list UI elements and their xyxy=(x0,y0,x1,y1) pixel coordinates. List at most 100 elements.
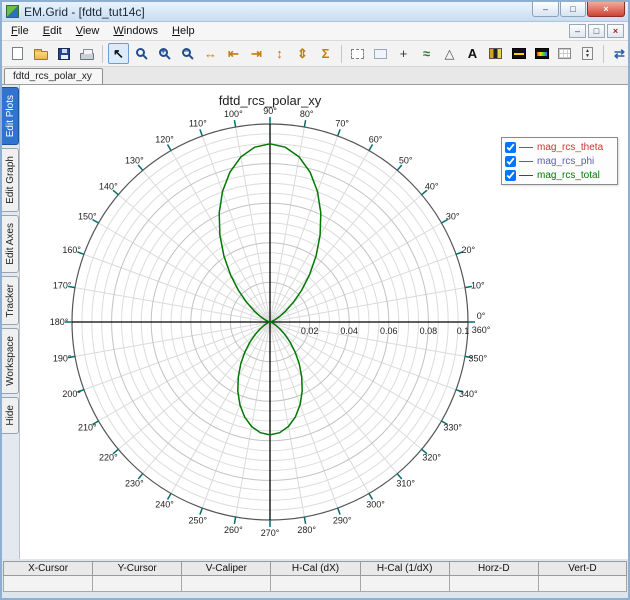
radial-tick-label: 0.06 xyxy=(380,326,398,336)
select-region-icon-shape xyxy=(351,48,364,59)
angle-tick-label: 100° xyxy=(224,109,243,119)
mdi-minimize-button[interactable]: – xyxy=(569,24,586,38)
zoom-window-icon-shape xyxy=(135,47,145,57)
zoom-out-icon[interactable] xyxy=(177,43,198,64)
shift-right-icon[interactable]: ⇥ xyxy=(246,43,267,64)
app-icon xyxy=(6,5,19,18)
toolbar: ↖↔⇤⇥↕⇕Σ+≈△A⇄≡ ≡ Layout xyxy=(2,41,628,67)
zoom-region-icon-shape xyxy=(374,48,387,59)
colormap-icon[interactable] xyxy=(485,43,506,64)
menu-view[interactable]: View xyxy=(69,23,107,39)
marker-icon[interactable]: △ xyxy=(439,43,460,64)
spectrum-icon-shape xyxy=(534,48,549,59)
legend-line-sample xyxy=(519,160,533,162)
angle-tick-label: 0° xyxy=(477,311,486,321)
legend-checkbox-mag_rcs_phi[interactable] xyxy=(505,155,516,167)
angle-tick-label: 130° xyxy=(125,155,144,165)
angle-tick-label: 90° xyxy=(263,106,277,116)
angle-tick-label: 180° xyxy=(50,317,69,327)
main-area: Edit Plots Edit Graph Edit Axes Tracker Work… xyxy=(2,85,628,559)
menu-file[interactable]: File xyxy=(4,23,36,39)
zoom-in-icon[interactable] xyxy=(154,43,175,64)
angle-tick-label: 330° xyxy=(443,423,462,433)
sidebar-tab-label: Edit Axes xyxy=(4,223,16,265)
expand-horizontal-icon[interactable]: ↔ xyxy=(200,43,221,64)
close-button[interactable]: × xyxy=(587,2,625,17)
spectrum-icon[interactable] xyxy=(531,43,552,64)
new-document-icon[interactable] xyxy=(7,43,28,64)
sidebar-tab-label: Edit Plots xyxy=(4,95,16,138)
grid-settings-icon-shape xyxy=(558,48,571,59)
waveform-icon-shape xyxy=(511,48,526,59)
status-value-Horz-D xyxy=(448,576,538,592)
zoom-region-icon[interactable] xyxy=(370,43,391,64)
sidebar-tab-edit-axes[interactable]: Edit Axes xyxy=(2,215,19,273)
sidebar-tab-workspace[interactable]: Workspace xyxy=(2,328,19,395)
sidebar-tab-tracker[interactable]: Tracker xyxy=(2,275,19,326)
menu-help[interactable]: Help xyxy=(165,23,202,39)
angle-tick-label: 170° xyxy=(53,280,72,290)
legend-checkbox-mag_rcs_total[interactable] xyxy=(505,169,516,181)
mdi-close-button[interactable]: × xyxy=(607,24,624,38)
zoom-in-icon-shape xyxy=(158,47,168,57)
status-bar: X-Cursor Y-Cursor V-Caliper H-Cal (dX) H-Cal… xyxy=(2,559,628,598)
toolbar-separator xyxy=(102,44,103,63)
legend-row-mag_rcs_total: mag_rcs_total xyxy=(505,168,614,182)
open-folder-icon[interactable] xyxy=(30,43,51,64)
waveform-icon[interactable] xyxy=(508,43,529,64)
window-buttons: – □ × xyxy=(531,2,625,17)
sidebar-tab-edit-plots[interactable]: Edit Plots xyxy=(2,87,19,146)
status-header-X-Cursor: X-Cursor xyxy=(3,561,93,576)
sidebar-tab-edit-graph[interactable]: Edit Graph xyxy=(2,148,19,213)
fit-vertical-icon[interactable]: ⇕ xyxy=(292,43,313,64)
autoscale-icon[interactable]: Σ xyxy=(315,43,336,64)
status-value-Vert-D xyxy=(537,576,627,592)
mdi-restore-button[interactable]: □ xyxy=(588,24,605,38)
menu-windows[interactable]: Windows xyxy=(106,23,165,39)
legend-line-sample xyxy=(519,146,533,148)
print-icon[interactable] xyxy=(76,43,97,64)
sidebar-tab-label: Tracker xyxy=(4,283,16,318)
angle-tick-label: 360° xyxy=(472,325,491,335)
grid-settings-icon[interactable] xyxy=(554,43,575,64)
sidebar-tab-hide[interactable]: Hide xyxy=(2,397,19,434)
sync-horizontal-icon[interactable]: ⇄ xyxy=(609,43,630,64)
legend-label: mag_rcs_theta xyxy=(537,141,604,153)
sidebar-tab-label: Hide xyxy=(4,405,16,426)
spin-control-icon-shape xyxy=(582,47,593,60)
zoom-window-icon[interactable] xyxy=(131,43,152,64)
mdi-window-buttons: – □ × xyxy=(567,24,626,38)
status-header-Horz-D: Horz-D xyxy=(448,561,538,576)
radial-tick-label: 0.08 xyxy=(420,326,438,336)
status-header-Vert-D: Vert-D xyxy=(537,561,627,576)
angle-tick-label: 80° xyxy=(300,109,314,119)
crosshair-icon[interactable]: + xyxy=(393,43,414,64)
angle-tick-label: 30° xyxy=(446,212,460,222)
text-label-icon[interactable]: A xyxy=(462,43,483,64)
status-value-H-Cal (1/dX) xyxy=(359,576,449,592)
shift-left-icon-glyph: ⇤ xyxy=(228,46,239,61)
radial-tick-label: 0.04 xyxy=(340,326,358,336)
tracker-icon[interactable]: ≈ xyxy=(416,43,437,64)
expand-horizontal-icon-glyph: ↔ xyxy=(204,46,217,61)
tab-fdtd_rcs_polar_xy[interactable]: fdtd_rcs_polar_xy xyxy=(4,68,103,84)
marker-icon-glyph: △ xyxy=(444,46,455,61)
pointer-icon-glyph: ↖ xyxy=(113,46,124,61)
spin-control-icon[interactable] xyxy=(577,43,598,64)
expand-vertical-icon[interactable]: ↕ xyxy=(269,43,290,64)
angle-tick-label: 220° xyxy=(99,453,118,463)
angle-tick-label: 260° xyxy=(224,525,243,535)
legend-row-mag_rcs_theta: mag_rcs_theta xyxy=(505,140,614,154)
select-region-icon[interactable] xyxy=(347,43,368,64)
menu-edit[interactable]: Edit xyxy=(36,23,69,39)
shift-left-icon[interactable]: ⇤ xyxy=(223,43,244,64)
status-header-Y-Cursor: Y-Cursor xyxy=(92,561,182,576)
toolbar-items: ↖↔⇤⇥↕⇕Σ+≈△A⇄≡ xyxy=(6,43,630,64)
toolbar-separator xyxy=(341,44,342,63)
minimize-button[interactable]: – xyxy=(532,2,559,17)
maximize-button[interactable]: □ xyxy=(560,2,586,17)
pointer-icon[interactable]: ↖ xyxy=(108,43,129,64)
legend-checkbox-mag_rcs_theta[interactable] xyxy=(505,141,516,153)
angle-tick-label: 120° xyxy=(155,134,174,144)
save-icon[interactable] xyxy=(53,43,74,64)
